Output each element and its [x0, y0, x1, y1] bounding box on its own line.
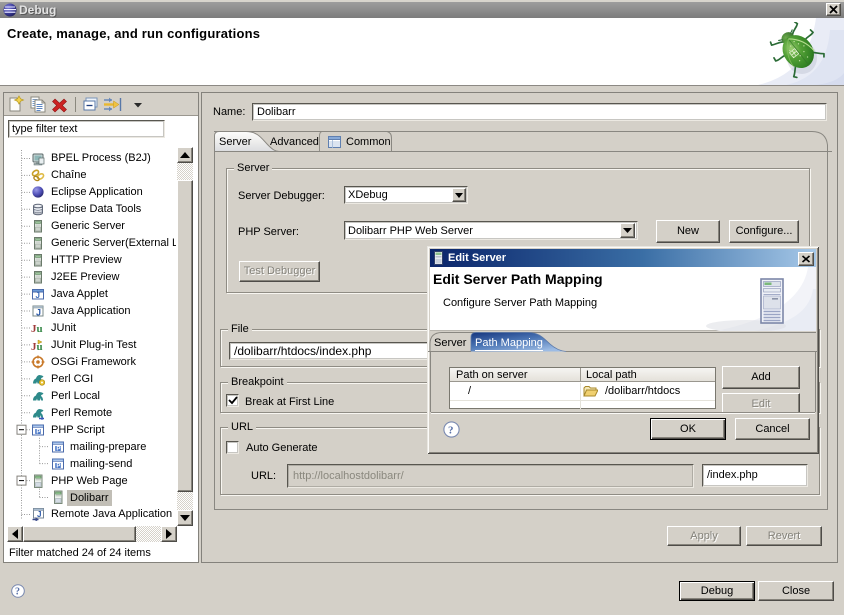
- svg-text:?: ?: [15, 587, 20, 598]
- svg-text:?: ?: [448, 425, 454, 437]
